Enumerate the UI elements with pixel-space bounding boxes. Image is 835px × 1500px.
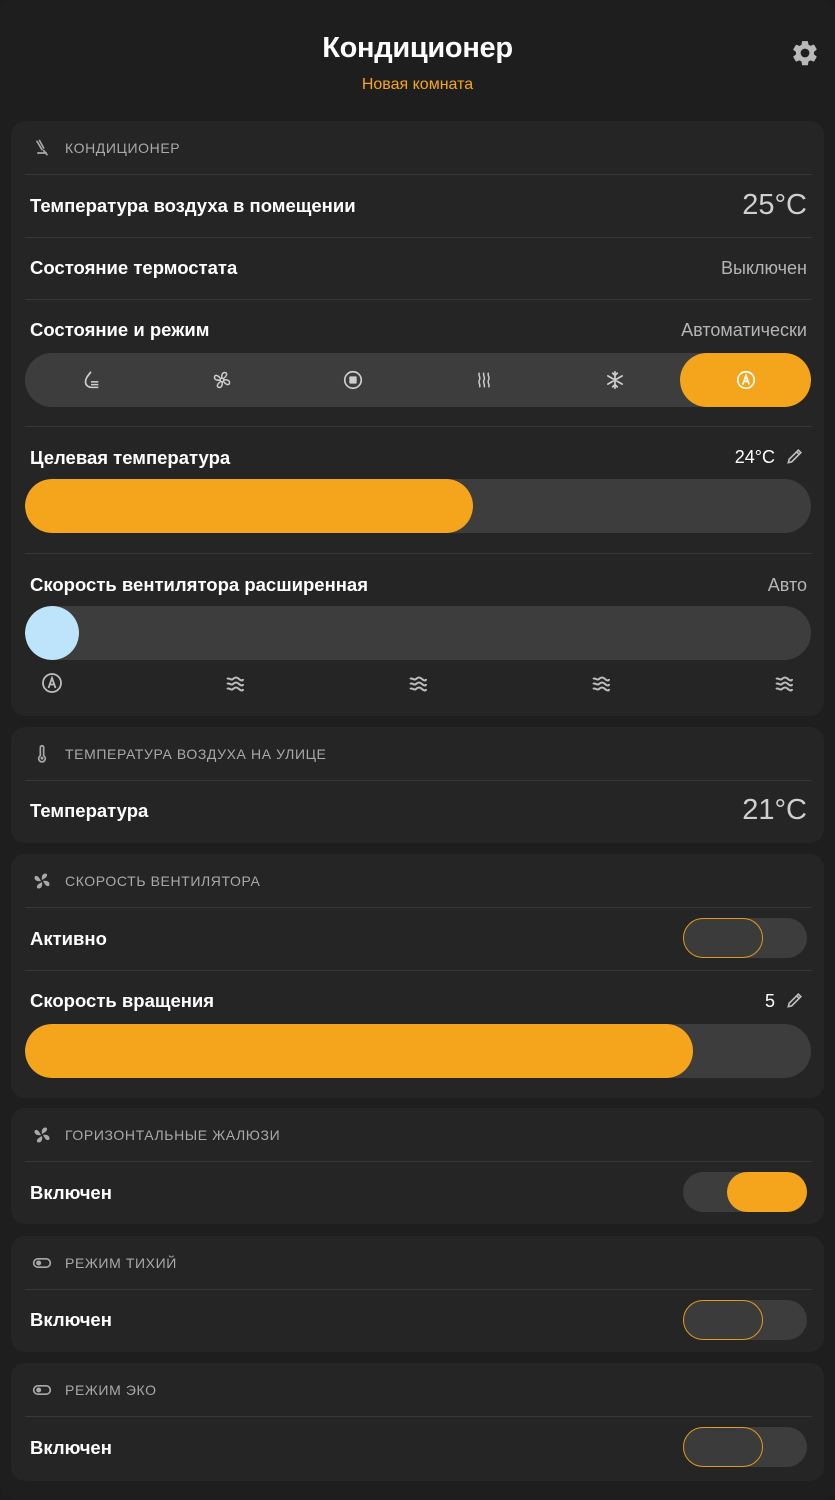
fan-active-label: Активно bbox=[30, 928, 107, 949]
ac-card: КОНДИЦИОНЕР Температура воздуха в помеще… bbox=[11, 121, 824, 716]
auto-mode-icon bbox=[736, 370, 755, 390]
fan-card-header: СКОРОСТЬ ВЕНТИЛЯТОРА bbox=[11, 854, 824, 908]
toggle-thumb bbox=[683, 918, 763, 958]
fan-speed-icon bbox=[226, 676, 244, 692]
fan-speed-ticks bbox=[25, 671, 811, 695]
toggle-icon bbox=[32, 1258, 52, 1268]
eco-label: Включен bbox=[30, 1437, 112, 1458]
outdoor-card-header: ТЕМПЕРАТУРА ВОЗДУХА НА УЛИЦЕ bbox=[11, 727, 824, 781]
divider bbox=[25, 174, 812, 175]
off-mode-icon bbox=[343, 370, 362, 390]
fan-speed-extended-slider[interactable] bbox=[25, 606, 811, 660]
fan-mode-icon bbox=[213, 371, 230, 389]
fan-active-toggle[interactable] bbox=[683, 918, 807, 958]
fan-speed-icon bbox=[409, 676, 427, 692]
room-temp-value: 25°C bbox=[742, 189, 807, 221]
mode-value: Автоматически bbox=[681, 320, 807, 340]
fan-card-title: СКОРОСТЬ ВЕНТИЛЯТОРА bbox=[65, 873, 261, 889]
divider bbox=[25, 1416, 812, 1417]
rotation-speed-fill bbox=[25, 1024, 693, 1078]
heat-mode-icon bbox=[477, 372, 490, 388]
ac-card-header: КОНДИЦИОНЕР bbox=[11, 121, 824, 175]
mode-cool-button[interactable] bbox=[549, 353, 680, 407]
mode-fan-button[interactable] bbox=[156, 353, 287, 407]
outdoor-card-title: ТЕМПЕРАТУРА ВОЗДУХА НА УЛИЦЕ bbox=[65, 746, 327, 762]
quiet-card-title: РЕЖИМ ТИХИЙ bbox=[65, 1255, 177, 1271]
mode-off-button[interactable] bbox=[287, 353, 418, 407]
toggle-thumb bbox=[727, 1172, 807, 1212]
divider bbox=[25, 970, 812, 971]
divider bbox=[25, 780, 812, 781]
fan-speed-knob[interactable] bbox=[25, 606, 79, 660]
mode-heat-button[interactable] bbox=[418, 353, 549, 407]
louvers-card: ГОРИЗОНТАЛЬНЫЕ ЖАЛЮЗИ Включен bbox=[11, 1108, 824, 1224]
divider bbox=[25, 1289, 812, 1290]
air-conditioner-icon bbox=[36, 139, 48, 156]
eco-card-title: РЕЖИМ ЭКО bbox=[65, 1382, 157, 1398]
edit-rotation-speed-icon[interactable] bbox=[785, 990, 805, 1010]
target-temp-value: 24°C bbox=[734, 447, 775, 467]
thermostat-label: Состояние термостата bbox=[30, 257, 238, 278]
edit-target-temp-icon[interactable] bbox=[785, 446, 805, 466]
divider bbox=[25, 553, 812, 554]
quiet-label: Включен bbox=[30, 1309, 112, 1330]
target-temp-slider[interactable] bbox=[25, 479, 811, 533]
louvers-label: Включен bbox=[30, 1182, 112, 1203]
eco-mode-card: РЕЖИМ ЭКО Включен bbox=[11, 1363, 824, 1481]
fan-speed-card: СКОРОСТЬ ВЕНТИЛЯТОРА Активно Скорость вр… bbox=[11, 854, 824, 1098]
outdoor-temp-label: Температура bbox=[30, 800, 149, 821]
eco-card-header: РЕЖИМ ЭКО bbox=[11, 1363, 824, 1417]
mode-label: Состояние и режим bbox=[30, 319, 210, 340]
mode-dry-button[interactable] bbox=[25, 353, 156, 407]
divider bbox=[25, 907, 812, 908]
ac-card-title: КОНДИЦИОНЕР bbox=[65, 140, 181, 156]
rotation-speed-label: Скорость вращения bbox=[30, 990, 215, 1011]
divider bbox=[25, 426, 812, 427]
page-header: Кондиционер Новая комната bbox=[0, 0, 835, 112]
target-temp-fill bbox=[25, 479, 473, 533]
quiet-mode-card: РЕЖИМ ТИХИЙ Включен bbox=[11, 1236, 824, 1352]
mode-auto-button[interactable] bbox=[680, 353, 811, 407]
fan-icon bbox=[34, 1127, 50, 1143]
mode-selector bbox=[25, 353, 811, 407]
fan-speed-icon bbox=[592, 676, 610, 692]
thermostat-value: Выключен bbox=[721, 258, 807, 278]
fan-speed-icon bbox=[775, 676, 793, 692]
louvers-card-title: ГОРИЗОНТАЛЬНЫЕ ЖАЛЮЗИ bbox=[65, 1127, 281, 1143]
fan-extended-value: Авто bbox=[767, 575, 807, 595]
toggle-icon bbox=[32, 1385, 52, 1395]
thermometer-icon bbox=[37, 744, 47, 763]
room-temp-label: Температура воздуха в помещении bbox=[30, 195, 356, 216]
outdoor-temp-value: 21°C bbox=[742, 794, 807, 826]
app-frame: Кондиционер Новая комната КОНДИЦИОНЕР Те… bbox=[0, 0, 835, 1500]
louvers-toggle[interactable] bbox=[683, 1172, 807, 1212]
auto-icon bbox=[42, 673, 62, 693]
toggle-thumb bbox=[683, 1427, 763, 1467]
toggle-thumb bbox=[683, 1300, 763, 1340]
rotation-speed-value: 5 bbox=[764, 991, 775, 1011]
fan-icon bbox=[34, 873, 50, 889]
outdoor-temp-card: ТЕМПЕРАТУРА ВОЗДУХА НА УЛИЦЕ Температура… bbox=[11, 727, 824, 843]
gear-icon[interactable] bbox=[790, 38, 820, 68]
page-title: Кондиционер bbox=[322, 32, 513, 64]
cool-mode-icon bbox=[606, 370, 623, 390]
room-link[interactable]: Новая комната bbox=[0, 76, 835, 94]
divider bbox=[25, 299, 812, 300]
quiet-card-header: РЕЖИМ ТИХИЙ bbox=[11, 1236, 824, 1290]
dry-mode-icon bbox=[84, 371, 98, 389]
fan-extended-label: Скорость вентилятора расширенная bbox=[30, 574, 369, 595]
quiet-toggle[interactable] bbox=[683, 1300, 807, 1340]
eco-toggle[interactable] bbox=[683, 1427, 807, 1467]
divider bbox=[25, 1161, 812, 1162]
rotation-speed-slider[interactable] bbox=[25, 1024, 811, 1078]
target-temp-label: Целевая температура bbox=[30, 447, 231, 468]
louvers-card-header: ГОРИЗОНТАЛЬНЫЕ ЖАЛЮЗИ bbox=[11, 1108, 824, 1162]
divider bbox=[25, 237, 812, 238]
